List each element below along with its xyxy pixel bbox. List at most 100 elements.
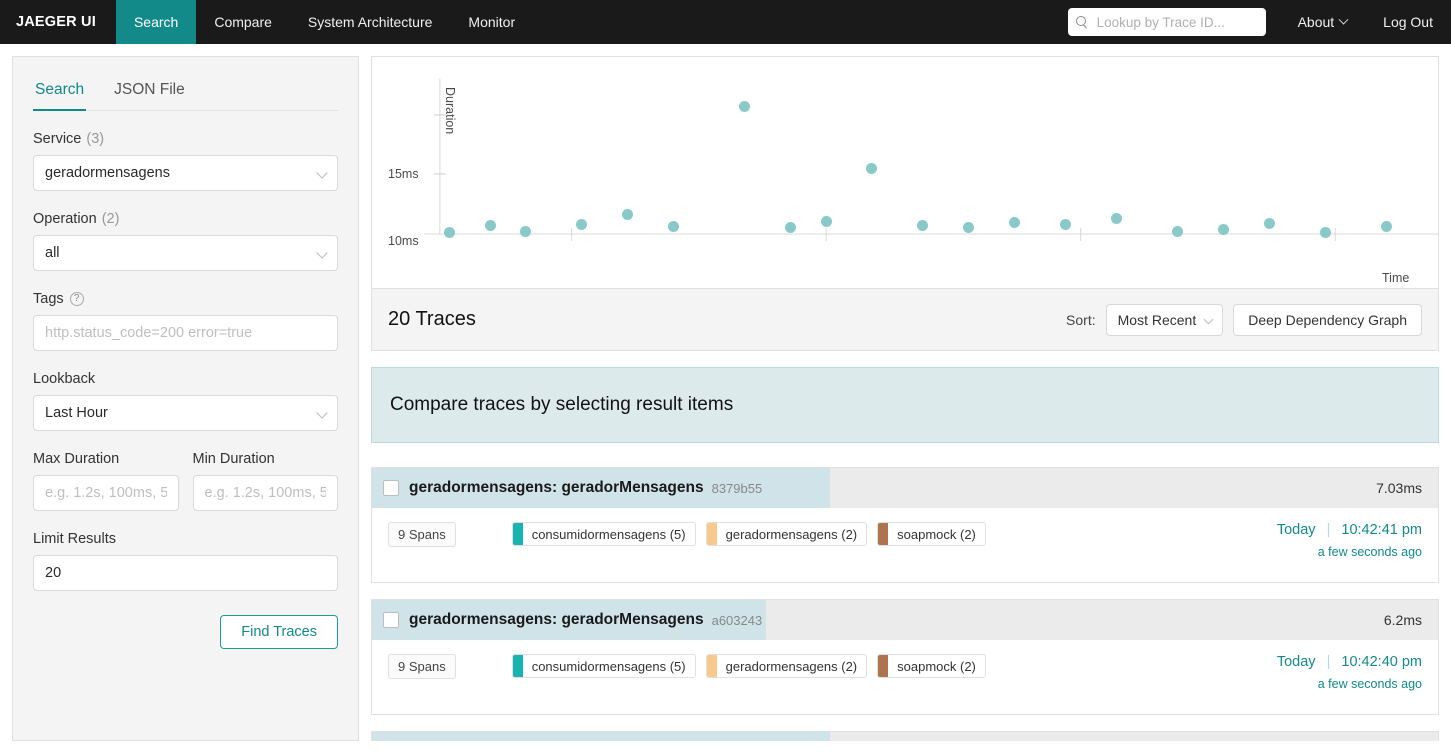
sort-label: Sort: — [1066, 311, 1096, 328]
trace-timestamp: Today | 10:42:40 pm a few seconds ago — [1277, 654, 1422, 691]
trace-time-line: Today | 10:42:41 pm — [1277, 522, 1422, 538]
limit-results-label-text: Limit Results — [33, 531, 116, 547]
scatter-point[interactable] — [443, 226, 455, 238]
service-color-swatch — [878, 523, 889, 545]
field-service: Service (3) geradormensagens — [33, 131, 338, 191]
trace-result-item[interactable]: geradormensagens: geradorMensagens a6032… — [371, 599, 1439, 715]
service-badge: soapmock (2) — [877, 522, 986, 546]
search-icon — [1075, 15, 1089, 29]
trace-result-item[interactable]: geradormensagens: geradorMensagens 8379b… — [371, 467, 1439, 583]
tab-label: Search — [35, 81, 85, 98]
compare-banner: Compare traces by selecting result items — [371, 367, 1439, 443]
service-color-swatch — [512, 655, 523, 677]
chevron-down-icon — [316, 407, 328, 419]
trace-time: 10:42:41 pm — [1341, 522, 1422, 538]
nav-item-compare[interactable]: Compare — [196, 0, 290, 44]
max-duration-input[interactable] — [33, 475, 179, 511]
logout-button[interactable]: Log Out — [1365, 0, 1451, 44]
trace-body: 9 Spans consumidormensagens (5) geradorm… — [372, 508, 1438, 582]
trace-day: Today — [1276, 522, 1316, 538]
trace-header[interactable]: geradormensagens: geradorMensagens 8379b… — [372, 468, 1438, 508]
min-duration-group: Min Duration — [192, 451, 338, 511]
trace-relative-time: a few seconds ago — [1317, 677, 1422, 691]
sidebar-tabs: Search JSON File — [33, 69, 338, 111]
chevron-down-icon — [1338, 14, 1349, 25]
service-name: geradormensagens (2) — [725, 658, 858, 674]
trace-result-item[interactable] — [371, 731, 1439, 741]
field-limit-results: Limit Results — [33, 531, 338, 591]
lookback-select[interactable]: Last Hour — [33, 395, 338, 431]
tags-label-text: Tags — [33, 291, 64, 307]
nav-item-search[interactable]: Search — [115, 0, 197, 44]
max-duration-group: Max Duration — [33, 451, 179, 511]
results-list: Compare traces by selecting result items… — [371, 351, 1439, 741]
service-label: Service (3) — [33, 131, 338, 147]
lookback-label: Lookback — [33, 371, 338, 387]
trace-header[interactable]: geradormensagens: geradorMensagens a6032… — [372, 600, 1438, 640]
about-menu[interactable]: About — [1280, 0, 1366, 44]
min-duration-input[interactable] — [192, 475, 338, 511]
logout-label: Log Out — [1383, 14, 1433, 30]
limit-results-input[interactable] — [33, 555, 338, 591]
scatter-svg — [423, 79, 1438, 241]
trace-lookup-input[interactable] — [1094, 13, 1258, 31]
scatter-point[interactable] — [1110, 213, 1122, 225]
service-name: soapmock (2) — [897, 526, 976, 542]
scatter-point[interactable] — [963, 221, 975, 233]
scatter-point[interactable] — [1171, 226, 1183, 238]
tab-search[interactable]: Search — [33, 69, 87, 111]
trace-time: 10:42:40 pm — [1341, 654, 1422, 670]
help-icon[interactable]: ? — [69, 292, 84, 306]
span-count-badge: 9 Spans — [388, 654, 456, 679]
find-traces-button[interactable]: Find Traces — [220, 615, 338, 649]
trace-id: a603243 — [711, 612, 763, 628]
service-badge: geradormensagens (2) — [705, 522, 868, 546]
trace-duration: 7.03ms — [1376, 480, 1422, 496]
trace-lookup-box[interactable] — [1067, 8, 1266, 36]
service-badge: soapmock (2) — [877, 654, 986, 678]
trace-id: 8379b55 — [711, 480, 763, 496]
trace-day: Today — [1276, 654, 1316, 670]
divider: | — [1326, 654, 1331, 670]
nav-label: Compare — [214, 14, 272, 30]
trace-header[interactable] — [372, 732, 1438, 741]
scatter-point[interactable] — [1008, 217, 1020, 229]
scatter-point[interactable] — [820, 216, 832, 228]
operation-label-text: Operation — [33, 211, 97, 227]
scatter-point[interactable] — [484, 220, 496, 232]
field-lookback: Lookback Last Hour — [33, 371, 338, 431]
service-name: geradormensagens (2) — [725, 526, 858, 542]
service-color-swatch — [512, 523, 523, 545]
sort-select[interactable]: Most Recent — [1105, 303, 1224, 336]
deep-dependency-graph-button[interactable]: Deep Dependency Graph — [1233, 303, 1422, 336]
service-color-swatch — [706, 655, 717, 677]
service-label-text: Service — [33, 131, 82, 147]
scatter-point[interactable] — [785, 221, 796, 233]
service-name: soapmock (2) — [897, 658, 976, 674]
tags-input[interactable] — [33, 315, 338, 351]
scatter-point[interactable] — [1380, 220, 1392, 232]
scatter-point[interactable] — [667, 220, 679, 232]
lookback-value: Last Hour — [45, 405, 108, 421]
tags-label: Tags ? — [33, 291, 338, 307]
nav-item-monitor[interactable]: Monitor — [450, 0, 533, 44]
scatter-point[interactable] — [1319, 226, 1331, 238]
scatter-point[interactable] — [1217, 223, 1229, 235]
trace-select-checkbox[interactable] — [383, 480, 399, 496]
top-navbar: JAEGER UI Search Compare System Architec… — [0, 0, 1451, 44]
brand-logo[interactable]: JAEGER UI — [0, 0, 116, 44]
trace-select-checkbox[interactable] — [383, 612, 399, 628]
nav-item-system-architecture[interactable]: System Architecture — [290, 0, 451, 44]
chevron-down-icon — [316, 247, 328, 259]
trace-time-line: Today | 10:42:40 pm — [1277, 654, 1422, 670]
scatter-point[interactable] — [739, 100, 751, 112]
operation-value: all — [45, 245, 60, 261]
scatter-point[interactable] — [1263, 217, 1275, 229]
operation-select[interactable]: all — [33, 235, 338, 271]
tab-json-file[interactable]: JSON File — [112, 69, 187, 111]
find-traces-row: Find Traces — [33, 615, 338, 649]
service-select[interactable]: geradormensagens — [33, 155, 338, 191]
scatter-point[interactable] — [622, 208, 634, 220]
trace-duration-bar — [372, 732, 831, 741]
